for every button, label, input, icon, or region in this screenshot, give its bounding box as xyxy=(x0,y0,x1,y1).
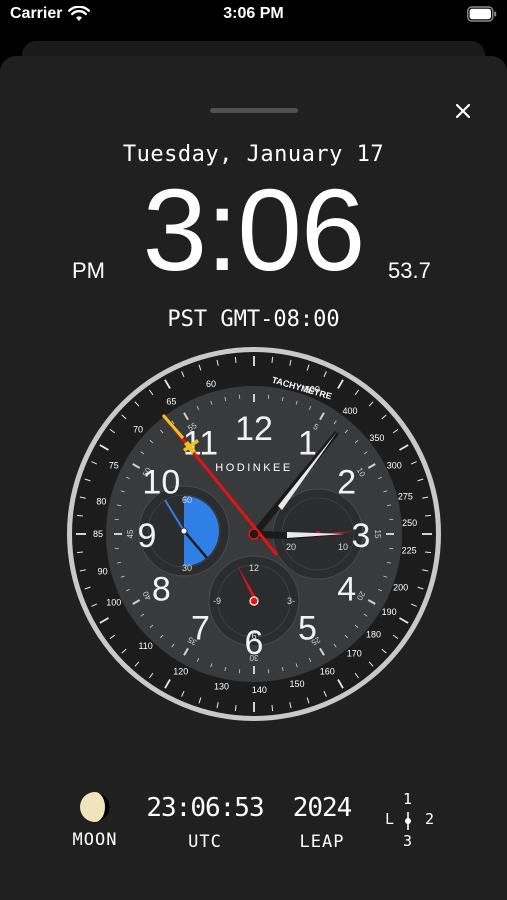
right-subdial-label-right: 10 xyxy=(338,542,348,552)
tachymeter-value: 90 xyxy=(98,567,108,577)
status-bar: Carrier 3:06 PM xyxy=(0,0,507,32)
tachymeter-value: 85 xyxy=(93,529,103,539)
chronograph-watch-face[interactable]: 5004003503002752502252001901801701601501… xyxy=(65,345,443,723)
cycle-label-bottom: 3 xyxy=(403,832,413,850)
tachymeter-value: 140 xyxy=(252,685,267,695)
utc-value: 23:06:53 xyxy=(146,793,264,823)
right-subdial-label-left: 20 xyxy=(286,542,296,552)
tachymeter-value: 120 xyxy=(173,667,188,677)
tachymeter-value: 200 xyxy=(393,582,408,592)
cycle-label-right: 2 xyxy=(425,810,435,828)
bezel-tick xyxy=(425,551,432,554)
timezone-label: PST GMT-08:00 xyxy=(167,307,340,332)
bezel-tick xyxy=(234,356,237,363)
tachymeter-value: 400 xyxy=(343,406,358,416)
sheet-grabber[interactable] xyxy=(210,108,298,113)
tachymeter-value: 180 xyxy=(366,629,381,639)
hour-numeral: 6 xyxy=(245,624,264,662)
utc-label: UTC xyxy=(188,832,222,852)
hour-numeral: 3 xyxy=(352,517,371,555)
bezel-tick xyxy=(76,514,83,517)
moon-label: MOON xyxy=(72,830,118,850)
status-time: 3:06 PM xyxy=(223,5,284,22)
leap-cycle-indicator[interactable]: 1 L 2 3 xyxy=(383,790,435,850)
tachymeter-value: 250 xyxy=(402,518,417,528)
bezel-tick xyxy=(425,514,432,517)
left-subdial-label-top: 60 xyxy=(182,495,192,505)
tachymeter-value: 100 xyxy=(106,597,121,607)
bottom-subdial-label-top: 12 xyxy=(249,563,259,573)
tachymeter-value: 110 xyxy=(138,641,152,651)
seconds-label: 53.7 xyxy=(388,258,431,283)
minute-track-value: 45 xyxy=(126,529,135,538)
tachymeter-value: 70 xyxy=(133,425,143,435)
left-subdial-label-bottom: 30 xyxy=(182,563,192,573)
tachymeter-value: 170 xyxy=(347,649,362,659)
battery-icon xyxy=(467,6,497,22)
tachymeter-value: 75 xyxy=(109,461,119,471)
hour-numeral: 7 xyxy=(191,610,210,648)
tachymeter-value: 130 xyxy=(214,682,229,692)
hour-numeral: 2 xyxy=(337,464,356,502)
year-label: LEAP xyxy=(299,832,345,852)
ampm-label: PM xyxy=(72,258,105,283)
hour-numeral: 5 xyxy=(298,610,317,648)
tachymeter-value: 150 xyxy=(289,679,304,689)
bezel-tick xyxy=(76,551,83,554)
leap-year[interactable]: 2024 LEAP xyxy=(281,786,363,852)
brand-label: HODINKEE xyxy=(215,462,292,474)
moon-icon xyxy=(80,792,110,822)
bezel-tick xyxy=(234,705,237,712)
tachymeter-value: 275 xyxy=(398,491,413,501)
bezel-tick xyxy=(271,356,274,363)
tachymeter-value: 65 xyxy=(166,397,176,407)
bezel-tick xyxy=(271,705,274,712)
cycle-marker xyxy=(405,812,411,830)
hour-numeral: 4 xyxy=(337,571,356,609)
tachymeter-value: 60 xyxy=(206,379,216,389)
tachymeter-value: 225 xyxy=(402,545,417,555)
bottom-subdial-label-bottom: 6 xyxy=(251,631,256,641)
tachymeter-value: 160 xyxy=(320,667,335,677)
minute-track-value: 15 xyxy=(373,530,382,539)
hour-numeral: 12 xyxy=(235,410,273,448)
close-icon[interactable] xyxy=(450,98,476,124)
hour-numeral: 10 xyxy=(142,464,180,502)
hour-numeral: 8 xyxy=(152,571,171,609)
bottom-subdial-label-right: 3- xyxy=(287,596,295,606)
tachymeter-value: 190 xyxy=(382,607,397,617)
hour-numeral: 9 xyxy=(138,517,157,555)
utc-time[interactable]: 23:06:53 UTC xyxy=(140,786,270,852)
tachymeter-value: 300 xyxy=(387,461,402,471)
moon-phase[interactable]: MOON xyxy=(60,786,130,850)
bottom-subdial-label-left: -9 xyxy=(213,596,221,606)
tachymeter-value: 350 xyxy=(369,433,384,443)
cycle-label-left: L xyxy=(385,810,395,828)
tachymeter-value: 80 xyxy=(96,497,106,507)
year-value: 2024 xyxy=(292,793,353,823)
cycle-label-top: 1 xyxy=(403,790,413,808)
